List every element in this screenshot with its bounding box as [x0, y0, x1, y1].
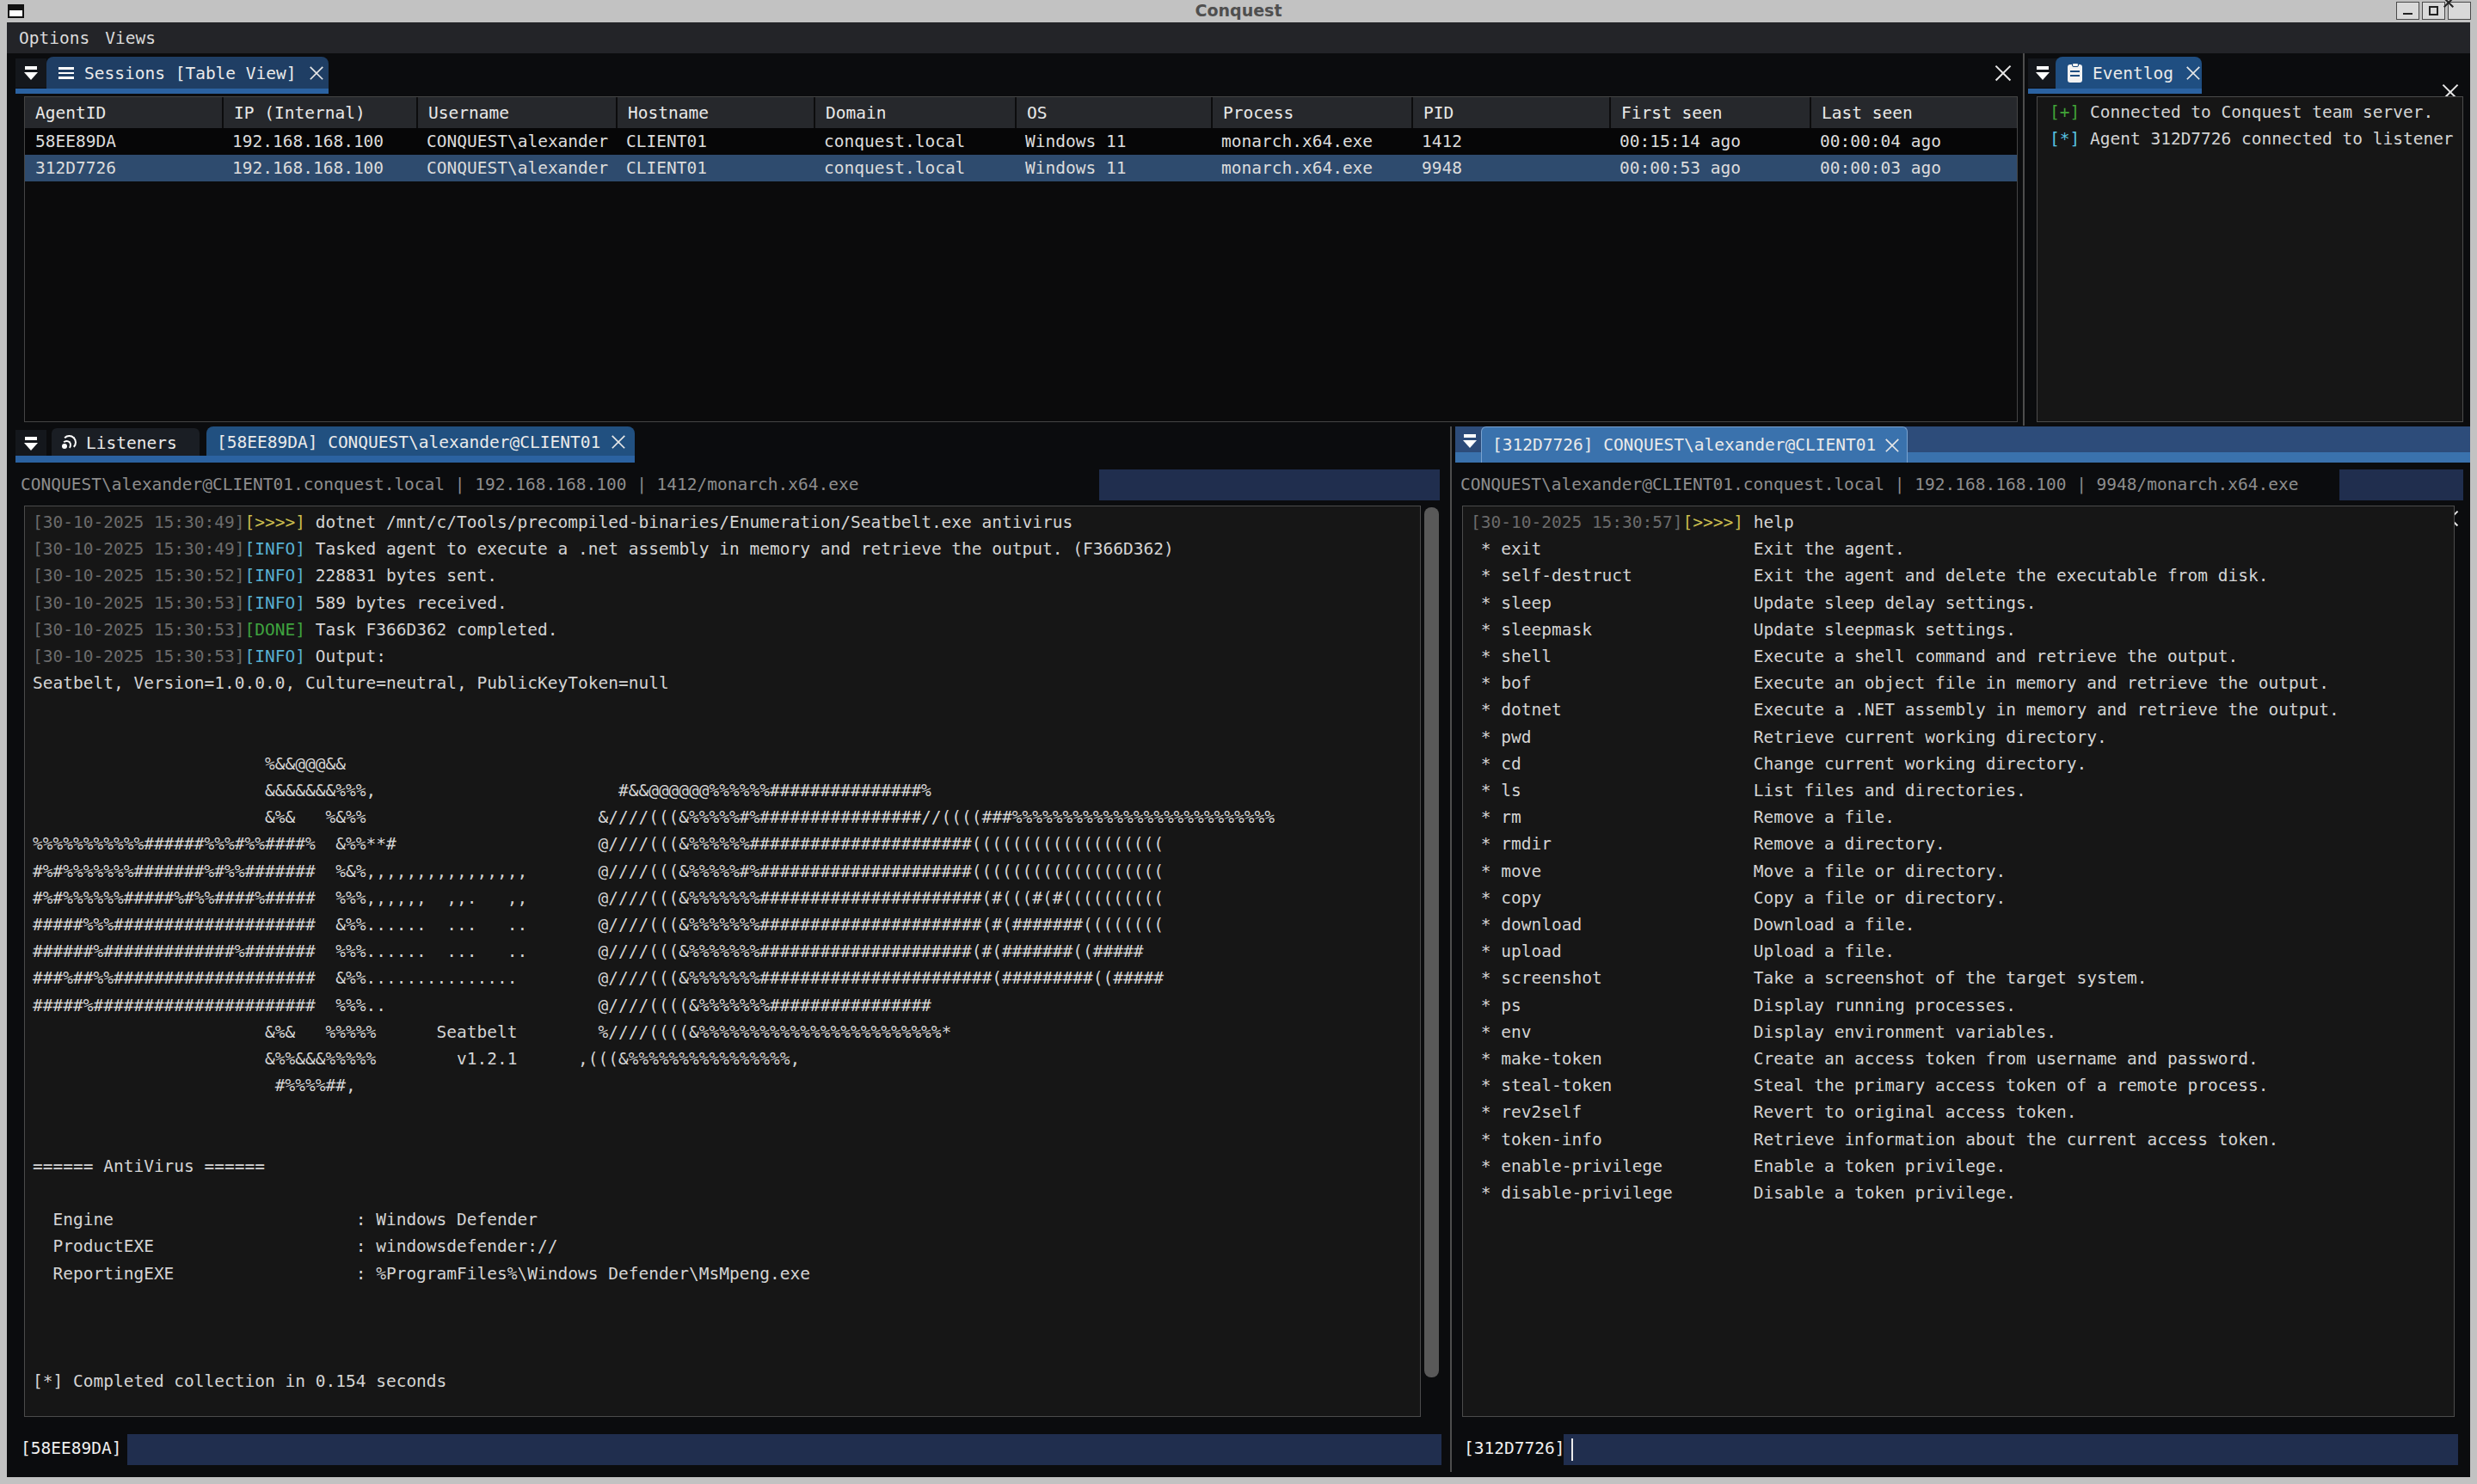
- session-row-58EE89DA[interactable]: 58EE89DA192.168.168.100CONQUEST\alexande…: [25, 128, 2017, 155]
- menu-bar: Options Views: [7, 22, 2470, 53]
- agent-tab-label: [312D7726] CONQUEST\alexander@CLIENT01: [1492, 435, 1876, 455]
- column-header[interactable]: AgentID: [25, 97, 222, 128]
- column-header[interactable]: IP (Internal): [222, 97, 416, 128]
- session-cell: 00:00:04 ago: [1810, 128, 2017, 155]
- sessions-list-icon: [58, 67, 74, 79]
- column-header[interactable]: Last seen: [1810, 97, 2017, 128]
- eventlog-tab-label: Eventlog: [2093, 64, 2173, 83]
- menu-options[interactable]: Options: [19, 28, 89, 48]
- agent-tab-close-icon[interactable]: [1884, 437, 1901, 453]
- window-title: Conquest: [0, 1, 2477, 20]
- column-header[interactable]: Process: [1211, 97, 1411, 128]
- session-cell: 192.168.168.100: [222, 155, 416, 181]
- session-cell: 312D7726: [25, 155, 222, 181]
- title-bar: Conquest: [0, 0, 2477, 22]
- column-header[interactable]: Domain: [814, 97, 1015, 128]
- sessions-panel-close-icon[interactable]: [1994, 64, 2013, 83]
- eventlog-tab-close-icon[interactable]: [2185, 65, 2202, 82]
- sessions-table: AgentIDIP (Internal)UsernameHostnameDoma…: [24, 96, 2018, 422]
- sessions-table-header: AgentIDIP (Internal)UsernameHostnameDoma…: [25, 97, 2017, 128]
- left-console-command-input[interactable]: [127, 1434, 1441, 1465]
- agent-tab-label: [58EE89DA] CONQUEST\alexander@CLIENT01: [217, 432, 600, 452]
- listeners-tab-label: Listeners: [86, 433, 177, 453]
- right-console-command-input[interactable]: [1564, 1434, 2458, 1465]
- conquest-window: Conquest Options Views Sessions [Table V…: [0, 0, 2477, 1484]
- left-console-search-input[interactable]: [1099, 469, 1440, 500]
- session-cell: 00:00:03 ago: [1810, 155, 2017, 181]
- panel-dropdown-icon: [2036, 66, 2050, 80]
- right-console-status: CONQUEST\alexander@CLIENT01.conquest.loc…: [1460, 475, 2298, 494]
- tab-sessions[interactable]: Sessions [Table View]: [46, 57, 329, 89]
- minimize-button[interactable]: [2396, 2, 2419, 20]
- left-console-output[interactable]: [30-10-2025 15:30:49][>>>>] dotnet /mnt/…: [24, 506, 1421, 1417]
- tab-agent-58EE89DA[interactable]: [58EE89DA] CONQUEST\alexander@CLIENT01: [206, 426, 635, 457]
- sessions-tab-underline: [15, 89, 329, 94]
- eventlog-panel-menu-button[interactable]: [2028, 58, 2057, 88]
- close-button[interactable]: [2448, 2, 2471, 20]
- session-cell: 00:15:14 ago: [1609, 128, 1810, 155]
- maximize-button[interactable]: [2422, 2, 2445, 20]
- panel-dropdown-icon: [1463, 434, 1477, 448]
- tab-listeners[interactable]: Listeners: [52, 428, 200, 457]
- right-console-menu-button[interactable]: [1457, 430, 1483, 452]
- sessions-panel-menu-button[interactable]: [15, 58, 46, 88]
- right-console-prompt-label: [312D7726]: [1464, 1438, 1564, 1458]
- panel-dropdown-icon: [24, 66, 38, 80]
- column-header[interactable]: OS: [1015, 97, 1211, 128]
- column-header[interactable]: PID: [1411, 97, 1609, 128]
- session-cell: 1412: [1411, 128, 1609, 155]
- tab-agent-312D7726[interactable]: [312D7726] CONQUEST\alexander@CLIENT01: [1481, 426, 1908, 463]
- left-console-status: CONQUEST\alexander@CLIENT01.conquest.loc…: [21, 475, 858, 494]
- eventlog-output: [+] Connected to Conquest team server. […: [2037, 96, 2463, 422]
- panel-dropdown-icon: [24, 437, 38, 451]
- bottom-panels-divider[interactable]: [1450, 426, 1452, 1472]
- session-cell: Windows 11: [1015, 128, 1211, 155]
- session-cell: Windows 11: [1015, 155, 1211, 181]
- top-panels-divider[interactable]: [2023, 53, 2025, 426]
- session-cell: CONQUEST\alexander: [416, 128, 616, 155]
- session-cell: monarch.x64.exe: [1211, 155, 1411, 181]
- column-header[interactable]: Username: [416, 97, 616, 128]
- column-header[interactable]: Hostname: [616, 97, 814, 128]
- agent-tab-close-icon[interactable]: [611, 434, 627, 451]
- session-cell: CLIENT01: [616, 155, 814, 181]
- left-console-menu-button[interactable]: [15, 430, 46, 457]
- listeners-signal-icon: [60, 434, 77, 451]
- session-cell: CONQUEST\alexander: [416, 155, 616, 181]
- column-header[interactable]: First seen: [1609, 97, 1810, 128]
- session-cell: conquest.local: [814, 128, 1015, 155]
- right-console-search-input[interactable]: [2339, 469, 2463, 500]
- eventlog-tab-underline: [2028, 89, 2202, 94]
- session-cell: 9948: [1411, 155, 1609, 181]
- session-cell: 192.168.168.100: [222, 128, 416, 155]
- session-cell: monarch.x64.exe: [1211, 128, 1411, 155]
- right-console-output[interactable]: [30-10-2025 15:30:57][>>>>] help * exit …: [1462, 506, 2455, 1417]
- eventlog-clipboard-icon: [2068, 64, 2082, 83]
- workspace: Sessions [Table View] AgentIDIP (Interna…: [7, 53, 2470, 1477]
- session-cell: 00:00:53 ago: [1609, 155, 1810, 181]
- left-console-scrollbar[interactable]: [1424, 507, 1439, 1377]
- left-console-tab-underline: [15, 456, 635, 463]
- session-cell: conquest.local: [814, 155, 1015, 181]
- session-row-312D7726[interactable]: 312D7726192.168.168.100CONQUEST\alexande…: [25, 155, 2017, 181]
- sessions-tab-close-icon[interactable]: [308, 65, 324, 82]
- sessions-tab-label: Sessions [Table View]: [84, 64, 297, 83]
- session-cell: 58EE89DA: [25, 128, 222, 155]
- session-cell: CLIENT01: [616, 128, 814, 155]
- menu-views[interactable]: Views: [105, 28, 156, 48]
- text-caret: [1571, 1438, 1573, 1461]
- left-console-prompt-label: [58EE89DA]: [21, 1438, 121, 1458]
- tab-eventlog[interactable]: Eventlog: [2056, 57, 2202, 89]
